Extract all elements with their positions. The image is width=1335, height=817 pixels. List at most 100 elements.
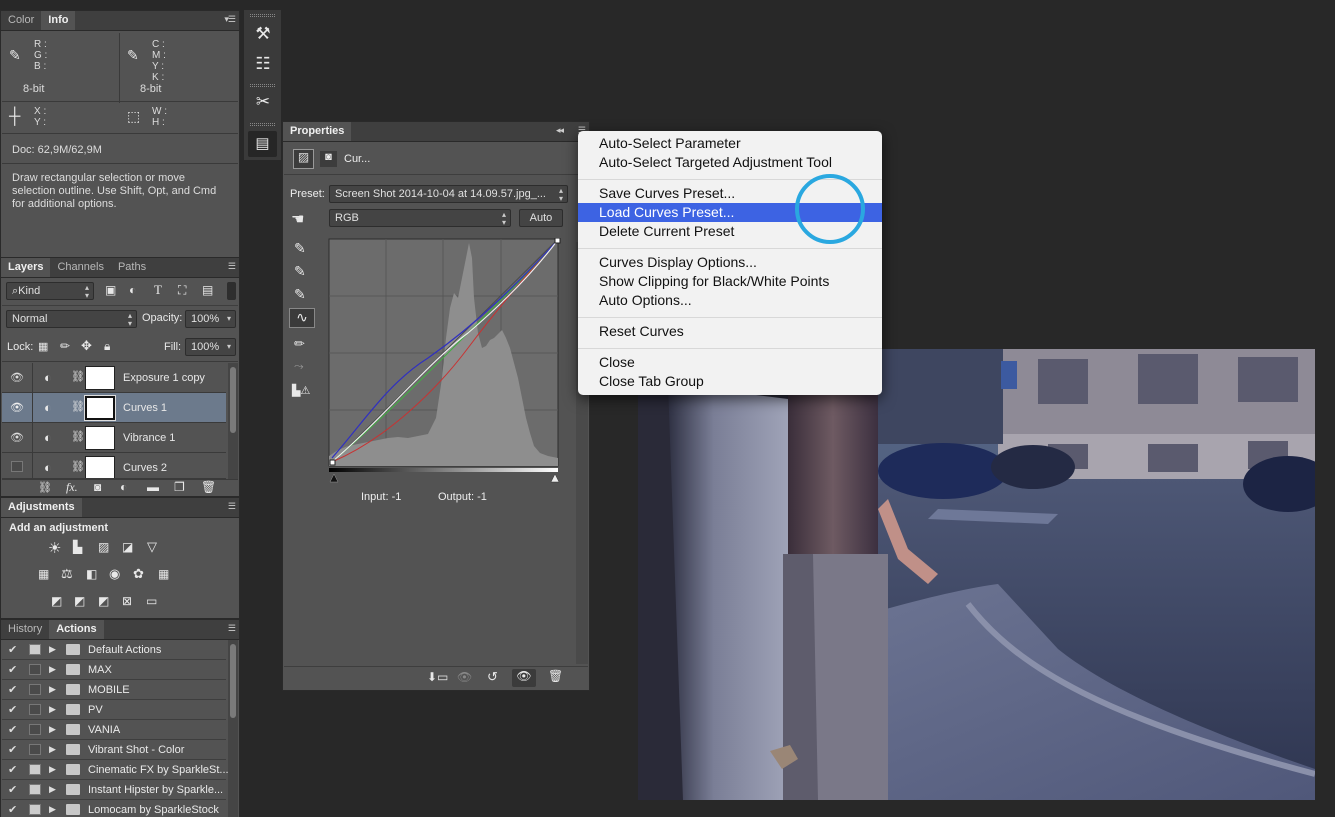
eyedropper-gray-icon[interactable]: ✎ <box>294 263 306 280</box>
check-icon[interactable]: ✔ <box>8 663 17 676</box>
curve-point[interactable] <box>554 238 561 244</box>
dialog-toggle-icon[interactable] <box>29 724 41 735</box>
action-set-name[interactable]: Cinematic FX by SparkleSt... <box>88 764 229 776</box>
fill-field[interactable]: 100% ▾ <box>185 338 236 356</box>
tab-history[interactable]: History <box>1 620 49 639</box>
layer-row-selected[interactable]: 👁︎ ◐ ⛓ Curves 1 <box>2 393 226 423</box>
check-icon[interactable]: ✔ <box>8 703 17 716</box>
action-set-name[interactable]: VANIA <box>88 724 120 736</box>
visibility-off-box[interactable] <box>11 461 23 472</box>
lock-transparent-icon[interactable]: ▦ <box>38 340 48 353</box>
preset-select[interactable]: Screen Shot 2014-10-04 at 14.09.57.jpg_.… <box>329 185 568 203</box>
tool-presets-icon[interactable]: ⚒ <box>251 24 275 48</box>
lock-move-icon[interactable]: ✥ <box>81 338 92 354</box>
new-layer-icon[interactable]: ❐ <box>174 480 185 494</box>
curves-adjustment-icon[interactable]: ▨ <box>293 149 314 169</box>
dialog-toggle-icon[interactable] <box>29 764 41 775</box>
tab-paths[interactable]: Paths <box>111 258 153 277</box>
layer-name[interactable]: Curves 2 <box>123 462 167 474</box>
check-icon[interactable]: ✔ <box>8 803 17 816</box>
menu-item-auto-select-targeted-tool[interactable]: Auto-Select Targeted Adjustment Tool <box>578 153 882 172</box>
tools-icon[interactable]: ✂ <box>251 92 275 116</box>
vibrance-icon[interactable]: ▽ <box>147 539 157 555</box>
action-set-row[interactable]: ✔ ▶ PV <box>2 700 226 720</box>
scroll-thumb[interactable] <box>230 644 236 718</box>
action-set-name[interactable]: Default Actions <box>88 644 161 656</box>
panel-menu-icon[interactable]: ☰ <box>228 261 236 272</box>
tab-color[interactable]: Color <box>1 11 41 30</box>
clip-to-layer-icon[interactable]: ⬇▭ <box>427 670 448 684</box>
filter-shape-icon[interactable]: ⛶ <box>178 283 186 298</box>
action-set-row[interactable]: ✔ ▶ Default Actions <box>2 640 226 660</box>
trash-icon[interactable]: 🗑︎ <box>548 669 563 683</box>
action-set-name[interactable]: MAX <box>88 664 112 676</box>
layer-row[interactable]: 👁︎ ◐ ⛓ Exposure 1 copy <box>2 363 226 393</box>
curve-point-tool-icon[interactable]: ∿ <box>289 308 315 328</box>
filter-adjustment-icon[interactable]: ◐ <box>129 283 136 297</box>
opacity-field[interactable]: 100% ▾ <box>185 310 236 328</box>
threshold-icon[interactable]: ◩ <box>98 594 109 608</box>
invert-icon[interactable]: ◩ <box>51 594 62 608</box>
layer-name[interactable]: Exposure 1 copy <box>123 372 205 384</box>
auto-button[interactable]: Auto <box>519 209 563 227</box>
black-point-slider[interactable] <box>329 473 339 483</box>
dialog-toggle-icon[interactable] <box>29 804 41 815</box>
visibility-icon[interactable]: 👁︎ <box>512 669 536 687</box>
properties-icon[interactable]: ▤ <box>248 131 277 157</box>
dialog-toggle-icon[interactable] <box>29 744 41 755</box>
expand-triangle-icon[interactable]: ▶ <box>49 684 56 695</box>
menu-item-curves-display-options[interactable]: Curves Display Options... <box>578 253 882 272</box>
eye-icon[interactable]: 👁︎ <box>10 371 24 384</box>
menu-item-reset-curves[interactable]: Reset Curves <box>578 322 882 341</box>
check-icon[interactable]: ✔ <box>8 783 17 796</box>
action-set-name[interactable]: Vibrant Shot - Color <box>88 744 184 756</box>
panel-menu-icon[interactable]: ☰ <box>228 501 236 512</box>
hue-saturation-icon[interactable]: ▦ <box>38 567 49 581</box>
layer-kind-filter[interactable]: ⌕Kind ▴ ▾ <box>6 282 94 300</box>
lock-brush-icon[interactable]: ✏ <box>60 339 70 353</box>
menu-item-close-tab-group[interactable]: Close Tab Group <box>578 372 882 391</box>
brightness-contrast-icon[interactable]: ☀ <box>48 539 61 557</box>
color-lookup-icon[interactable]: ▦ <box>158 567 169 581</box>
layer-name[interactable]: Vibrance 1 <box>123 432 175 444</box>
folder-icon[interactable]: ▬ <box>147 480 159 494</box>
expand-triangle-icon[interactable]: ▶ <box>49 704 56 715</box>
check-icon[interactable]: ✔ <box>8 683 17 696</box>
curves-graph[interactable] <box>328 238 563 483</box>
action-set-row[interactable]: ✔ ▶ Cinematic FX by SparkleSt... <box>2 760 229 780</box>
action-set-name[interactable]: PV <box>88 704 103 716</box>
new-adjustment-icon[interactable]: ◐ <box>120 480 127 494</box>
white-point-slider[interactable] <box>550 473 560 483</box>
action-set-row[interactable]: ✔ ▶ Lomocam by SparkleStock <box>2 800 226 817</box>
sliders-icon[interactable]: ☷ <box>251 54 275 78</box>
eyedropper-black-icon[interactable]: ✎ <box>294 240 306 257</box>
dialog-toggle-icon[interactable] <box>29 664 41 675</box>
scroll-thumb[interactable] <box>230 367 236 433</box>
layer-mask-thumbnail[interactable] <box>84 395 116 421</box>
tab-actions[interactable]: Actions <box>49 620 104 639</box>
dialog-toggle-icon[interactable] <box>29 704 41 715</box>
layer-mask-thumbnail[interactable] <box>85 456 115 478</box>
action-set-name[interactable]: Instant Hipster by Sparkle... <box>88 784 223 796</box>
add-mask-icon[interactable]: ◙ <box>94 480 101 494</box>
expand-triangle-icon[interactable]: ▶ <box>49 724 56 735</box>
dialog-toggle-icon[interactable] <box>29 784 41 795</box>
tab-adjustments[interactable]: Adjustments <box>1 498 82 517</box>
view-previous-icon[interactable]: 👁︎ <box>457 670 472 684</box>
smooth-curve-icon[interactable]: ⤳ <box>294 359 304 374</box>
expand-triangle-icon[interactable]: ▶ <box>49 644 56 655</box>
layers-scrollbar[interactable] <box>228 363 238 479</box>
menu-item-auto-options[interactable]: Auto Options... <box>578 291 882 310</box>
menu-item-show-clipping[interactable]: Show Clipping for Black/White Points <box>578 272 882 291</box>
trash-icon[interactable]: 🗑︎ <box>201 480 216 494</box>
mask-icon[interactable]: ◙ <box>320 151 337 167</box>
levels-icon[interactable]: ▙ <box>73 540 82 554</box>
dialog-toggle-icon[interactable] <box>29 684 41 695</box>
document-canvas-photo[interactable] <box>638 349 1315 800</box>
chain-link-icon[interactable]: ⛓ <box>71 460 85 473</box>
filter-type-icon[interactable]: T <box>154 282 162 298</box>
action-set-name[interactable]: Lomocam by SparkleStock <box>88 804 219 816</box>
chain-link-icon[interactable]: ⛓ <box>71 400 85 413</box>
action-set-row[interactable]: ✔ ▶ MAX <box>2 660 226 680</box>
selective-color-icon[interactable]: ⊠ <box>122 594 132 608</box>
